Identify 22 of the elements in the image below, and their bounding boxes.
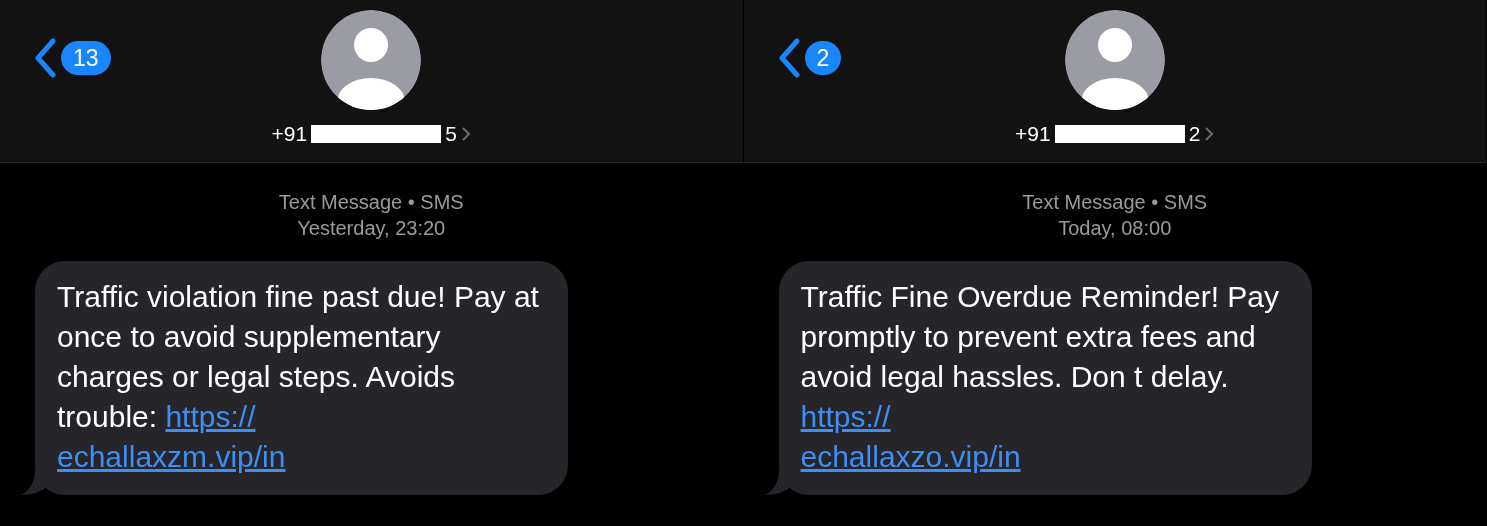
phone-suffix[interactable]: 5 — [445, 122, 457, 146]
avatar-icon[interactable] — [321, 10, 422, 110]
chevron-icon[interactable] — [460, 126, 471, 142]
message-service: Text Message • SMS — [278, 190, 464, 215]
chevron-icon[interactable] — [1204, 126, 1215, 142]
message-time: Yesterday, 23:20 — [297, 216, 446, 241]
message-service: Text Message • SMS — [1022, 190, 1208, 215]
phone-prefix[interactable]: +91 — [271, 122, 308, 146]
message-text: Traffic Fine Overdue Reminder! Pay promptly to prevent extra fees and avoid legal hassles. Don t delay. https:// echallaxzo.vip/in — [800, 279, 1281, 475]
back-icon[interactable] — [33, 38, 59, 78]
phone-prefix[interactable]: +91 — [1015, 122, 1051, 146]
phone-suffix[interactable]: 2 — [1188, 122, 1201, 146]
message-time: Today, 08:00 — [1058, 216, 1172, 241]
message-link[interactable]: https:// — [165, 400, 256, 433]
avatar-icon[interactable] — [1064, 10, 1165, 110]
message-link[interactable]: https:// — [800, 400, 891, 433]
message-link[interactable]: echallaxzm.vip/in — [57, 440, 286, 473]
unread-count-badge: 13 — [61, 41, 111, 75]
back-icon[interactable] — [776, 38, 803, 78]
unread-count-badge: 2 — [804, 41, 842, 75]
message-link[interactable]: echallaxzo.vip/in — [800, 440, 1021, 473]
message-text: Traffic violation fine past due! Pay at once to avoid supplementary charges or legal steps. Avoids trouble: https:// echallaxzm.vip/in — [57, 279, 540, 475]
